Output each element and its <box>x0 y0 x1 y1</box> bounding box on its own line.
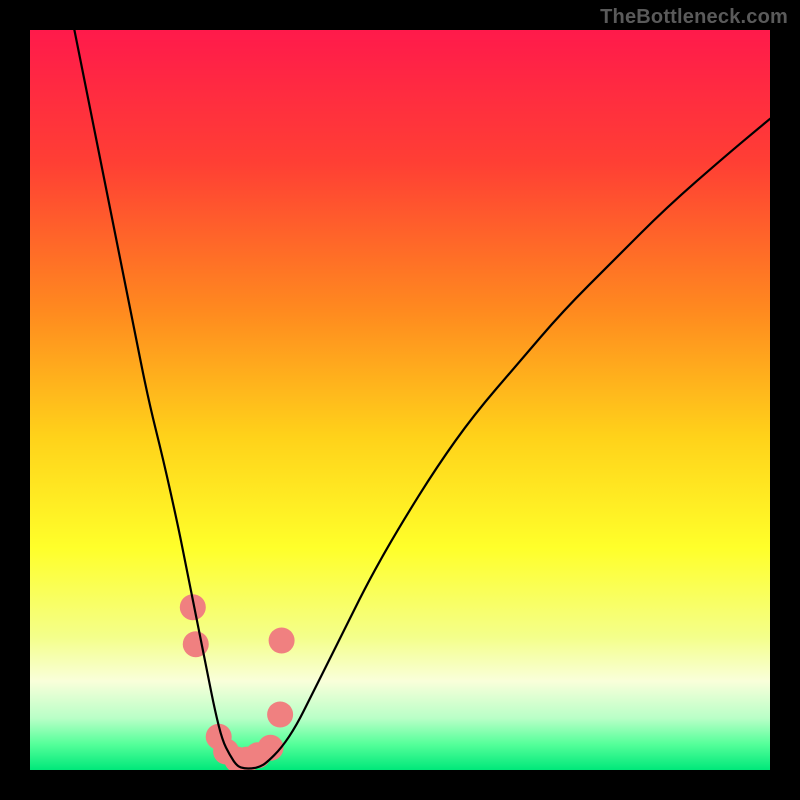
gradient-background <box>30 30 770 770</box>
marker-dot <box>269 628 295 654</box>
marker-dot <box>267 702 293 728</box>
watermark-text: TheBottleneck.com <box>600 6 788 29</box>
plot-area <box>30 30 770 770</box>
chart-frame: TheBottleneck.com <box>0 0 800 800</box>
chart-svg <box>30 30 770 770</box>
marker-dot <box>183 631 209 657</box>
